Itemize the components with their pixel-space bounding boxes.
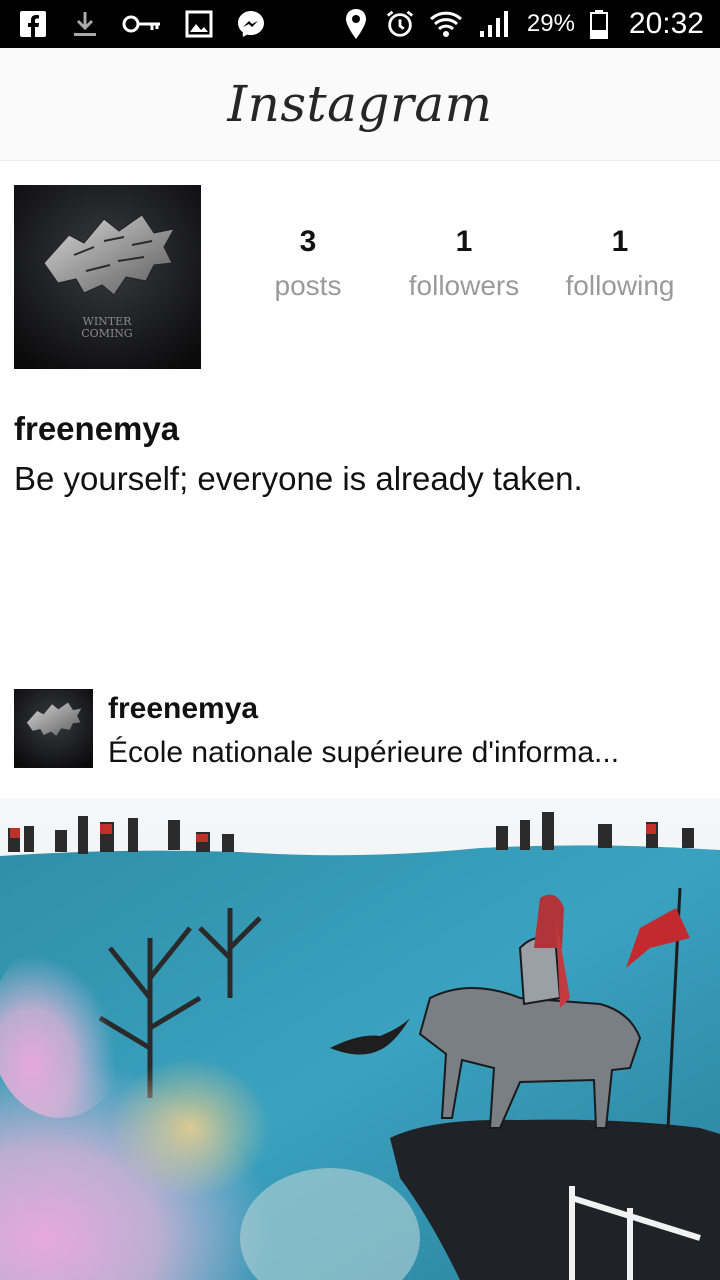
profile-bio: Be yourself; everyone is already taken. (14, 460, 583, 497)
download-icon (70, 9, 100, 39)
post-image[interactable] (0, 798, 720, 1280)
wifi-icon (429, 9, 463, 39)
messenger-icon (236, 9, 266, 39)
followers-count: 1 (455, 225, 473, 258)
following-count: 1 (611, 225, 629, 258)
profile-username: freenemya (14, 410, 180, 447)
profile-stats: 3 posts 1 followers 1 following (230, 222, 700, 310)
alarm-icon (385, 9, 415, 39)
gallery-icon (184, 9, 214, 39)
clock-time: 20:32 (628, 7, 704, 40)
battery-percent: 29% (526, 10, 575, 37)
facebook-icon (18, 9, 48, 39)
status-bar: 29% 20:32 (0, 0, 720, 48)
profile-avatar[interactable]: WINTER COMING (14, 185, 201, 369)
posts-label: posts (274, 270, 342, 301)
key-icon (122, 9, 162, 39)
followers-label: followers (408, 270, 520, 301)
signal-icon (477, 9, 513, 39)
svg-text:COMING: COMING (81, 327, 132, 340)
post-author-avatar[interactable] (14, 689, 93, 768)
post-author-username[interactable]: freenemya (108, 692, 258, 726)
battery-icon (589, 9, 609, 39)
stat-posts[interactable]: 3 posts (230, 222, 386, 310)
location-icon (341, 9, 371, 39)
post-location[interactable]: École nationale supérieure d'informa... (108, 736, 619, 770)
instagram-logo: Instagram (227, 75, 493, 133)
stat-followers[interactable]: 1 followers (386, 222, 542, 310)
app-header: Instagram (0, 48, 720, 161)
following-label: following (565, 270, 675, 301)
posts-count: 3 (299, 225, 317, 258)
stat-following[interactable]: 1 following (542, 222, 698, 310)
